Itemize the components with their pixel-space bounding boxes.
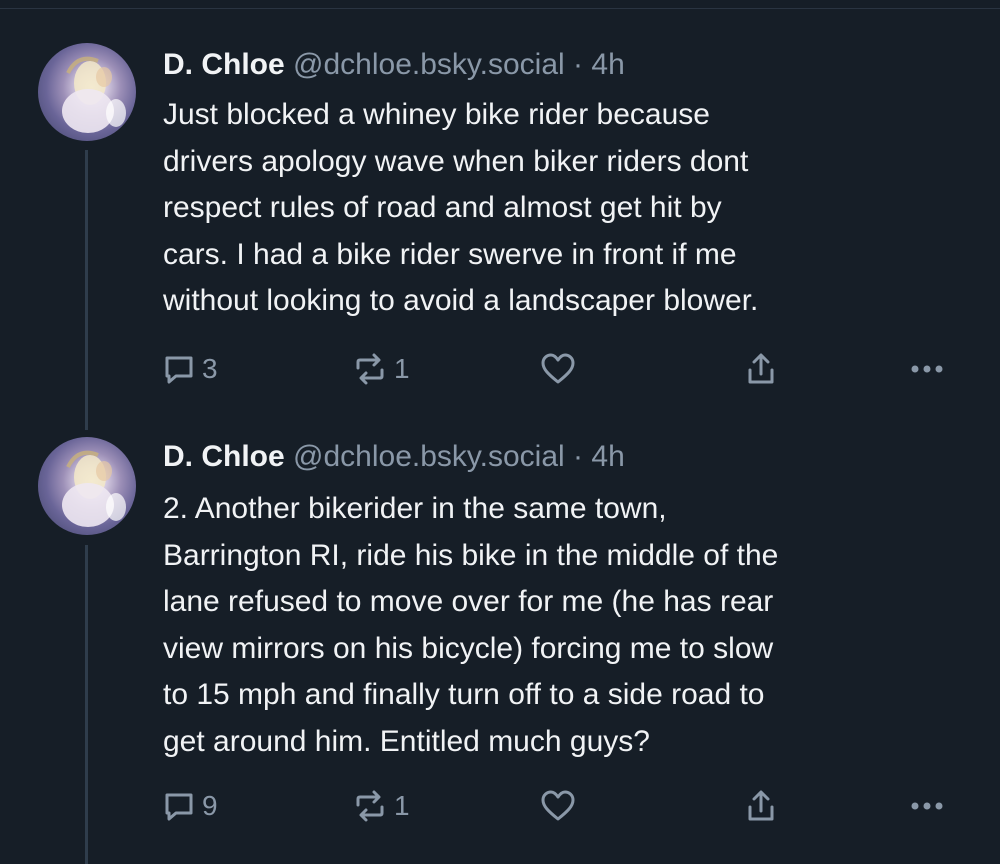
post-time[interactable]: 4h [591, 440, 624, 473]
post-text-line: 2. Another bikerider in the same town, [163, 492, 667, 525]
post-text: Just blocked a whiney bike rider because… [163, 92, 963, 325]
post-text: 2. Another bikerider in the same town, B… [163, 486, 963, 765]
separator-dot: · [573, 440, 584, 473]
post-header: D. Chloe @dchloe.bsky.social · 4h [163, 47, 625, 83]
post-text-line: lane refused to move over for me (he has… [163, 585, 774, 618]
separator-dot: · [573, 48, 584, 81]
repost-button[interactable]: 1 [352, 349, 410, 389]
post-text-line: cars. I had a bike rider swerve in front… [163, 237, 737, 271]
author-name[interactable]: D. Chloe [163, 48, 285, 81]
repost-count: 1 [394, 790, 410, 821]
reply-icon [165, 356, 193, 384]
share-button[interactable] [746, 786, 776, 826]
avatar-image [62, 56, 126, 133]
author-handle[interactable]: @dchloe.bsky.social [293, 440, 565, 473]
repost-button[interactable]: 1 [352, 786, 410, 826]
top-divider [0, 0, 1000, 9]
reply-count: 3 [202, 353, 218, 384]
avatar-image [62, 450, 126, 527]
post-text-line: respect rules of road and almost get hit… [163, 191, 722, 224]
heart-icon [541, 790, 575, 821]
post-time[interactable]: 4h [591, 48, 624, 81]
post-text-line: Just blocked a whiney bike rider because [163, 98, 710, 131]
post-text-line: view mirrors on his bicycle) forcing me … [163, 631, 774, 665]
reply-icon [165, 793, 193, 821]
more-icon [911, 365, 943, 373]
more-options-button[interactable] [910, 349, 944, 389]
reply-count: 9 [202, 790, 218, 821]
thread-line [85, 150, 88, 430]
avatar[interactable] [38, 437, 136, 535]
reply-button[interactable]: 3 [162, 349, 218, 389]
heart-icon [541, 353, 575, 384]
post-text-line: drivers apology wave when biker riders d… [163, 144, 749, 178]
post-text-line: Barrington RI, ride his bike in the midd… [163, 538, 779, 572]
share-icon [748, 353, 774, 384]
post-text-line: get around him. Entitled much guys? [163, 724, 650, 758]
reply-button[interactable]: 9 [162, 786, 218, 826]
repost-count: 1 [394, 353, 410, 384]
more-options-button[interactable] [910, 786, 944, 826]
repost-icon [356, 790, 384, 822]
post-text-line: without looking to avoid a landscaper bl… [163, 284, 759, 317]
post-header: D. Chloe @dchloe.bsky.social · 4h [163, 439, 625, 475]
share-button[interactable] [746, 349, 776, 389]
like-button[interactable] [540, 786, 576, 826]
like-button[interactable] [540, 349, 576, 389]
share-icon [748, 790, 774, 821]
post-text-line: to 15 mph and finally turn off to a side… [163, 678, 765, 711]
post-actions: 3 1 [162, 349, 962, 389]
thread-line [85, 545, 88, 864]
avatar[interactable] [38, 43, 136, 141]
author-name[interactable]: D. Chloe [163, 440, 285, 473]
repost-icon [356, 353, 384, 385]
author-handle[interactable]: @dchloe.bsky.social [293, 48, 565, 81]
more-icon [911, 802, 943, 810]
post-actions: 9 1 [162, 786, 962, 826]
